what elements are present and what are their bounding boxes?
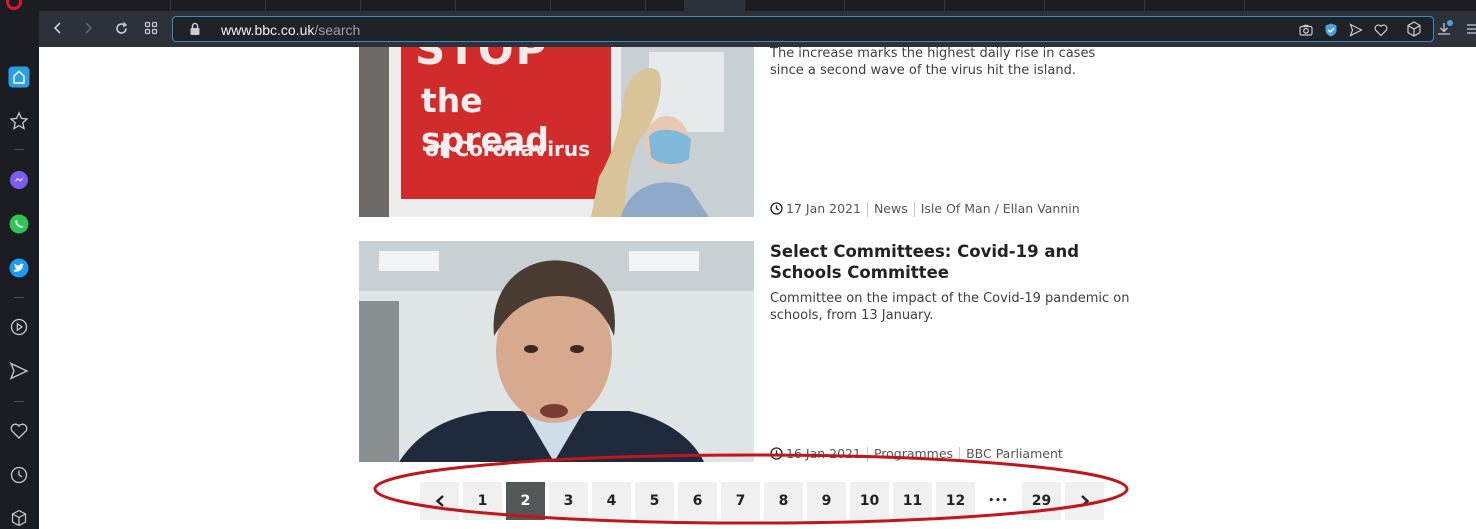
article-title[interactable]: Select Committees: Covid-19 and Schools … [770,241,1130,283]
article-date: 17 Jan 2021 [786,201,861,216]
browser-tab[interactable] [1144,0,1245,11]
article-meta: 17 Jan 2021 News Isle Of Man / Ellan Vanni… [770,201,1080,217]
browser-tab[interactable] [944,0,1045,11]
poster-text-stop: STOP [415,47,549,74]
chevron-left-icon [53,22,61,34]
poster-lettering: STOP the spread of Coronavirus [359,47,621,199]
page-link-10[interactable]: 10 [850,482,889,520]
whatsapp-icon[interactable] [8,213,30,235]
reload-button[interactable] [110,18,132,40]
article-thumbnail[interactable] [359,241,754,462]
cube-icon[interactable] [8,507,30,529]
page-link-9[interactable]: 9 [807,482,846,520]
article-summary: Committee on the impact of the Covid-19 … [770,291,1130,323]
browser-tab[interactable] [550,0,646,11]
back-button[interactable] [47,18,69,40]
browser-tab[interactable] [844,0,945,11]
article-info: The increase marks the highest daily ris… [770,45,1130,79]
clock-icon [770,202,783,215]
send-icon[interactable] [1348,22,1364,38]
previous-page-button[interactable] [420,482,459,520]
page-link-5[interactable]: 5 [635,482,674,520]
sidebar-divider [14,149,24,150]
history-clock-icon[interactable] [8,464,30,486]
page-link-11[interactable]: 11 [893,482,932,520]
messenger-icon[interactable] [8,169,30,191]
sidebar-divider [14,297,24,298]
next-page-button[interactable] [1065,482,1104,520]
article-summary: The increase marks the highest daily ris… [770,46,1096,78]
page-link-1[interactable]: 1 [463,482,502,520]
browser-tab-active[interactable] [684,0,745,11]
forward-button[interactable] [77,18,99,40]
menu-icon[interactable] [1463,20,1476,38]
twitter-icon[interactable] [8,257,30,279]
send-icon[interactable] [8,360,30,382]
article-meta: 16 Jan 2021 Programmes BBC Parliament [770,446,1063,462]
tab-strip [0,0,1476,11]
download-icon[interactable] [1435,20,1453,38]
browser-tab[interactable] [80,0,171,11]
heart-icon[interactable] [1373,22,1389,38]
url-text: www.bbc.co.uk/search [221,22,360,38]
sidebar-divider [14,401,24,402]
browser-tab[interactable] [744,0,845,11]
article-date: 16 Jan 2021 [786,446,861,461]
browser-toolbar: www.bbc.co.uk/search [39,11,1476,47]
article-source[interactable]: BBC Parliament [966,446,1063,461]
opera-logo-icon[interactable] [6,0,22,10]
tiles-icon [144,21,158,35]
page-link-8[interactable]: 8 [764,482,803,520]
bookmarks-star-icon[interactable] [8,110,30,132]
search-result-item[interactable]: Select Committees: Covid-19 and Schools … [359,241,1130,462]
url-path: /search [314,22,361,38]
browser-tab[interactable] [170,0,266,11]
article-section[interactable]: Programmes [874,446,953,461]
reload-icon [115,22,127,34]
page-link-29[interactable]: 29 [1022,482,1061,520]
sidebar [0,11,39,529]
article-section[interactable]: News [874,201,908,216]
article-source[interactable]: Isle Of Man / Ellan Vannin [921,201,1080,216]
page-link-2-current[interactable]: 2 [506,482,545,520]
lock-icon[interactable] [189,22,201,36]
poster-text-coronavirus: of Coronavirus [425,137,591,161]
browser-tab[interactable] [455,0,551,11]
url-host: www.bbc.co.uk [221,22,315,38]
camera-icon[interactable] [1298,22,1314,38]
page-link-6[interactable]: 6 [678,482,717,520]
clock-icon [770,447,783,460]
article-info: Select Committees: Covid-19 and Schools … [770,241,1130,324]
page-link-7[interactable]: 7 [721,482,760,520]
player-icon[interactable] [8,316,30,338]
cube-icon[interactable] [1405,20,1423,38]
pagination: 1 2 3 4 5 6 7 8 9 10 11 12 ••• 29 [420,482,1104,520]
committee-video-still-image [359,241,754,462]
address-bar[interactable]: www.bbc.co.uk/search [172,16,1434,42]
chevron-left-icon [435,495,444,507]
shield-icon[interactable] [1323,22,1339,38]
speed-dial-button[interactable] [140,18,162,40]
page-link-4[interactable]: 4 [592,482,631,520]
chevron-right-icon [1080,495,1089,507]
page-link-12[interactable]: 12 [936,482,975,520]
heart-icon[interactable] [8,420,30,442]
pagination-ellipsis: ••• [979,482,1018,520]
chevron-right-icon [85,22,93,34]
page-link-3[interactable]: 3 [549,482,588,520]
browser-tab[interactable] [265,0,361,11]
browser-tab[interactable] [1044,0,1145,11]
browser-tab[interactable] [360,0,456,11]
home-icon[interactable] [8,66,30,88]
